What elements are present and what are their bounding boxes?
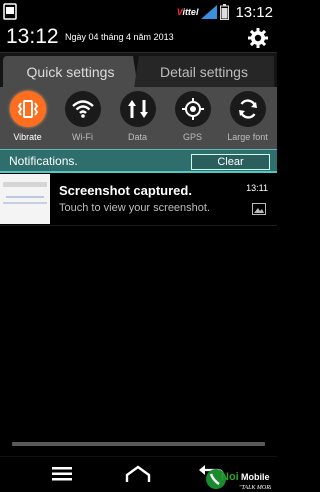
- settings-gear-icon[interactable]: [247, 27, 269, 49]
- menu-button[interactable]: [42, 461, 82, 487]
- tab-detail-settings[interactable]: Detail settings: [134, 56, 274, 88]
- status-bar: Vittel 13:12: [0, 0, 277, 24]
- status-time: 13:12: [235, 3, 273, 21]
- toggle-label: Large font: [227, 132, 268, 142]
- notification-subtitle: Touch to view your screenshot.: [59, 202, 211, 214]
- handle-bar: [12, 442, 265, 446]
- notification-header: 13:12 Ngày 04 tháng 4 năm 2013: [0, 24, 277, 52]
- svg-text:"TALK MORE": "TALK MORE": [239, 485, 271, 491]
- svg-text:Mobile: Mobile: [241, 472, 270, 482]
- large-font-icon: [229, 91, 266, 127]
- image-icon: [252, 203, 266, 215]
- toggle-label: Vibrate: [13, 132, 42, 142]
- menu-icon: [52, 467, 72, 481]
- data-icon: [119, 91, 156, 127]
- clock: 13:12: [6, 25, 59, 48]
- home-icon: [125, 465, 151, 482]
- toggle-large-font[interactable]: Large font: [220, 91, 275, 142]
- vibrate-icon: [9, 91, 46, 127]
- tab-quick-settings[interactable]: Quick settings: [3, 56, 138, 88]
- screenshot-thumbnail: [0, 174, 50, 224]
- watermark-logo: Noi Mobile "TALK MORE": [206, 469, 271, 491]
- toggle-label: GPS: [182, 132, 202, 142]
- battery-icon: [220, 4, 230, 20]
- quick-settings-panel: Vibrate Wi-Fi Data GPS Large font: [0, 87, 277, 149]
- home-button[interactable]: [118, 461, 158, 487]
- notification-time: 13:11: [246, 183, 268, 193]
- toggle-label: Data: [127, 132, 147, 142]
- toggle-data[interactable]: Data: [110, 91, 165, 142]
- signal-icon: [201, 5, 218, 19]
- toggle-label: Wi-Fi: [72, 132, 93, 142]
- carrier-logo: Vittel: [176, 7, 199, 17]
- notifications-title: Notifications.: [9, 154, 78, 168]
- settings-tabs: Quick settings Detail settings: [0, 52, 277, 88]
- wifi-icon: [64, 91, 101, 127]
- toggle-vibrate[interactable]: Vibrate: [0, 91, 55, 142]
- notifications-bar: Notifications. Clear: [0, 149, 277, 173]
- status-icons: Vittel 13:12: [177, 2, 273, 22]
- drag-handle[interactable]: [0, 436, 277, 456]
- gps-icon: [174, 91, 211, 127]
- notification-title: Screenshot captured.: [59, 183, 192, 198]
- divider: [0, 225, 277, 226]
- notification-app-icon: [3, 3, 17, 20]
- toggle-wifi[interactable]: Wi-Fi: [55, 91, 110, 142]
- date-label: Ngày 04 tháng 4 năm 2013: [65, 32, 174, 42]
- toggle-gps[interactable]: GPS: [165, 91, 220, 142]
- svg-text:Noi: Noi: [221, 471, 239, 483]
- clear-button[interactable]: Clear: [191, 154, 270, 170]
- notification-item[interactable]: Screenshot captured. Touch to view your …: [0, 174, 277, 224]
